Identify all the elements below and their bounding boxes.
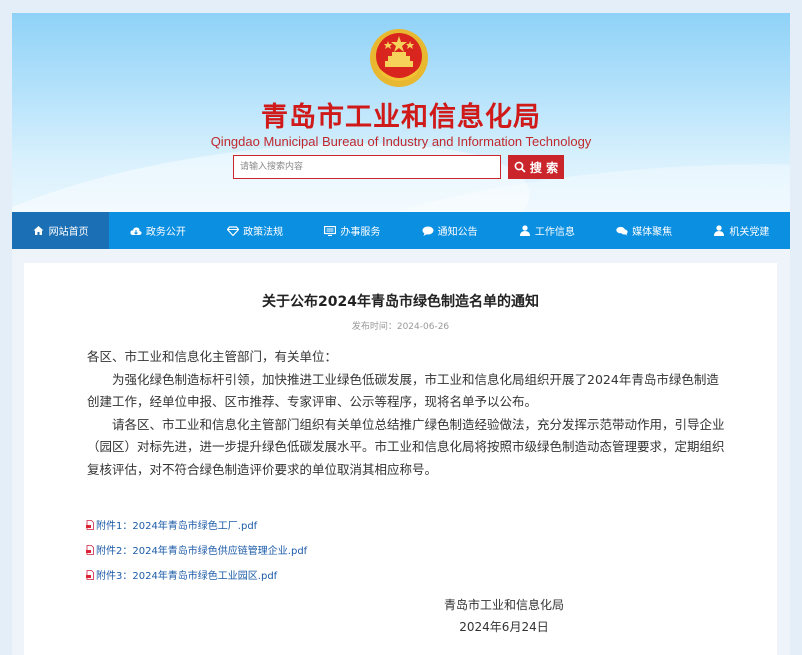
attachment-link-1[interactable]: 附件1：2024年青岛市绿色工厂.pdf — [86, 512, 586, 537]
nav-item-home[interactable]: 网站首页 — [12, 212, 110, 249]
search-icon — [514, 161, 526, 173]
attachment-label: 附件1：2024年青岛市绿色工厂.pdf — [96, 521, 258, 532]
user-icon — [713, 225, 725, 237]
pdf-file-icon — [86, 569, 94, 580]
home-icon — [33, 225, 45, 237]
pdf-file-icon — [86, 544, 94, 555]
nav-item-notices[interactable]: 通知公告 — [401, 212, 498, 249]
site-subtitle: Qingdao Municipal Bureau of Industry and… — [210, 134, 592, 149]
diamond-icon — [227, 225, 240, 237]
attachment-label: 附件3：2024年青岛市绿色工业园区.pdf — [96, 571, 278, 582]
nav-item-label: 政务公开 — [145, 227, 186, 238]
article-salutation: 各区、市工业和信息化主管部门，有关单位： — [87, 349, 338, 364]
nav-item-label: 媒体聚焦 — [632, 227, 673, 238]
nav-item-label: 政策法规 — [243, 227, 284, 238]
chat-bubbles-icon — [616, 225, 628, 237]
nav-item-policy[interactable]: 政策法规 — [207, 212, 304, 249]
attachment-list: 附件1：2024年青岛市绿色工厂.pdf 附件2：2024年青岛市绿色供应链管理… — [86, 512, 586, 587]
monitor-icon — [324, 225, 337, 237]
article-signature-block: 青岛市工业和信息化局 2024年6月24日 — [419, 594, 589, 638]
signature-org: 青岛市工业和信息化局 — [443, 598, 564, 612]
attachment-link-2[interactable]: 附件2：2024年青岛市绿色供应链管理企业.pdf — [86, 537, 586, 562]
nav-item-party[interactable]: 机关党建 — [693, 212, 790, 249]
page-frame: 青岛市工业和信息化局 Qingdao Municipal Bureau of I… — [12, 13, 790, 655]
search-button-label: 搜 索 — [529, 160, 559, 175]
article-paragraph: 请各区、市工业和信息化主管部门组织有关单位总结推广绿色制造经验做法，充分发挥示范… — [87, 416, 725, 477]
publish-time: 发布时间：2024-06-26 — [351, 322, 450, 332]
attachment-link-3[interactable]: 附件3：2024年青岛市绿色工业园区.pdf — [86, 562, 586, 587]
article-title: 关于公布2024年青岛市绿色制造名单的通知 — [262, 294, 539, 310]
cloud-icon — [130, 225, 142, 237]
chat-icon — [422, 225, 434, 237]
search-button[interactable]: 搜 索 — [508, 155, 564, 179]
main-nav: 网站首页 政务公开 政策法规 办事服务 通知公告 工作信息 媒体聚焦 机关党建 — [12, 212, 790, 249]
article-body: 各区、市工业和信息化主管部门，有关单位： 为强化绿色制造标杆引领，加快推进工业绿… — [87, 346, 727, 481]
national-emblem-icon — [370, 29, 428, 87]
nav-item-label: 通知公告 — [437, 227, 478, 238]
site-title: 青岛市工业和信息化局 — [261, 102, 541, 133]
signature-date: 2024年6月24日 — [459, 620, 549, 634]
site-header: 青岛市工业和信息化局 Qingdao Municipal Bureau of I… — [12, 13, 790, 212]
pdf-file-icon — [86, 519, 94, 530]
nav-item-work-info[interactable]: 工作信息 — [498, 212, 595, 249]
user-icon — [519, 225, 531, 237]
nav-item-label: 办事服务 — [340, 227, 381, 238]
nav-item-label: 工作信息 — [534, 227, 575, 238]
search-input[interactable]: 请输入搜索内容 — [233, 155, 501, 179]
nav-item-services[interactable]: 办事服务 — [304, 212, 401, 249]
attachment-label: 附件2：2024年青岛市绿色供应链管理企业.pdf — [96, 546, 308, 557]
nav-item-media[interactable]: 媒体聚焦 — [596, 212, 693, 249]
nav-item-gov-info[interactable]: 政务公开 — [109, 212, 206, 249]
article-panel: 关于公布2024年青岛市绿色制造名单的通知 发布时间：2024-06-26 各区… — [24, 263, 777, 655]
article-paragraph: 为强化绿色制造标杆引领，加快推进工业绿色低碳发展，市工业和信息化局组织开展了20… — [87, 371, 719, 410]
nav-item-label: 网站首页 — [48, 227, 89, 238]
nav-item-label: 机关党建 — [729, 227, 770, 238]
